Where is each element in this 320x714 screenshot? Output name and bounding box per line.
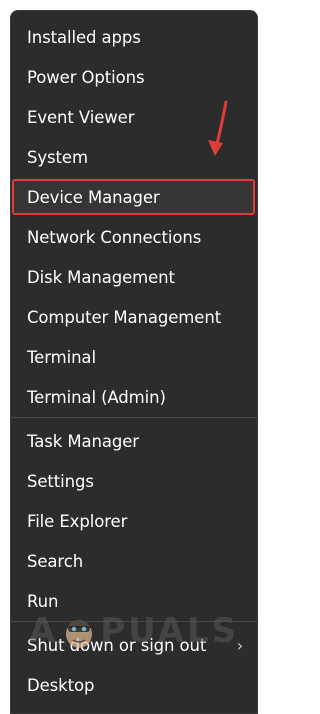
menu-item-label: Device Manager — [27, 187, 160, 207]
menu-item-search[interactable]: Search — [11, 541, 257, 581]
menu-item-label: Task Manager — [27, 431, 139, 451]
menu-item-run[interactable]: Run — [11, 581, 257, 621]
menu-item-label: Run — [27, 591, 59, 611]
menu-item-label: Search — [27, 551, 84, 571]
menu-item-label: Desktop — [27, 675, 95, 695]
menu-item-shut-down-or-sign-out[interactable]: Shut down or sign out › — [11, 625, 257, 665]
menu-item-desktop[interactable]: Desktop — [11, 665, 257, 705]
menu-item-terminal[interactable]: Terminal — [11, 337, 257, 377]
menu-item-label: System — [27, 147, 88, 167]
menu-item-label: File Explorer — [27, 511, 128, 531]
menu-item-disk-management[interactable]: Disk Management — [11, 257, 257, 297]
menu-item-label: Computer Management — [27, 307, 222, 327]
red-arrow-annotation-icon — [208, 100, 228, 156]
screenshot-frame: Installed apps Power Options Event Viewe… — [0, 0, 268, 714]
menu-item-terminal-admin[interactable]: Terminal (Admin) — [11, 377, 257, 417]
menu-item-computer-management[interactable]: Computer Management — [11, 297, 257, 337]
menu-item-settings[interactable]: Settings — [11, 461, 257, 501]
menu-item-network-connections[interactable]: Network Connections — [11, 217, 257, 257]
menu-item-label: Terminal — [27, 347, 96, 367]
menu-item-power-options[interactable]: Power Options — [11, 57, 257, 97]
menu-item-label: Power Options — [27, 67, 145, 87]
menu-item-task-manager[interactable]: Task Manager — [11, 421, 257, 461]
menu-item-label: Terminal (Admin) — [27, 387, 166, 407]
menu-item-label: Disk Management — [27, 267, 175, 287]
menu-item-device-manager[interactable]: Device Manager — [11, 177, 257, 217]
menu-item-label: Network Connections — [27, 227, 202, 247]
menu-item-label: Installed apps — [27, 27, 141, 47]
menu-separator — [11, 417, 257, 418]
menu-item-label: Settings — [27, 471, 94, 491]
menu-item-label: Shut down or sign out — [27, 635, 207, 655]
menu-item-installed-apps[interactable]: Installed apps — [11, 17, 257, 57]
menu-item-label: Event Viewer — [27, 107, 135, 127]
menu-item-file-explorer[interactable]: File Explorer — [11, 501, 257, 541]
chevron-right-icon: › — [236, 635, 243, 655]
menu-separator — [11, 621, 257, 622]
